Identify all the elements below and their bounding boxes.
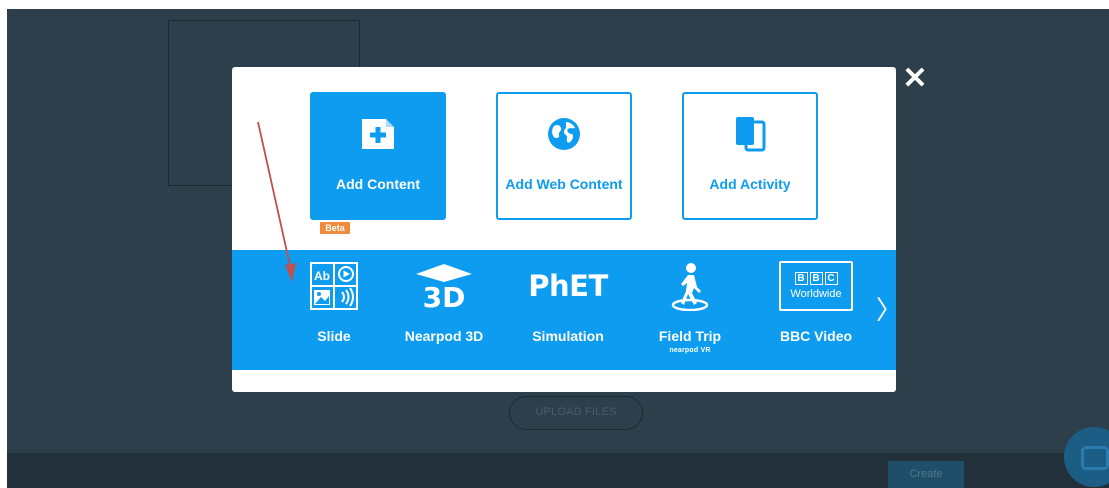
svg-text:Ab: Ab <box>314 269 330 283</box>
bbc-worldwide-logo: B B C Worldwide <box>766 261 866 311</box>
upload-files-button: UPLOAD FILES <box>509 396 643 430</box>
globe-icon <box>498 114 630 154</box>
add-activity-button[interactable]: Add Activity <box>682 92 818 220</box>
3d-logo-text: 3D <box>423 281 466 310</box>
activity-icon <box>684 114 816 154</box>
slide-icon: Ab <box>284 262 384 310</box>
bbc-video-tile[interactable]: B B C Worldwide BBC Video <box>766 250 866 370</box>
slide-tile[interactable]: Ab Slide <box>284 250 384 370</box>
nearpod-3d-label: Nearpod 3D <box>404 328 484 344</box>
field-trip-icon <box>640 262 740 311</box>
bbc-letter: B <box>809 272 823 285</box>
bbc-video-label: BBC Video <box>779 328 853 344</box>
bbc-worldwide-word: Worldwide <box>790 288 842 300</box>
field-trip-label: Field Trip <box>658 328 722 344</box>
bbc-letter: B <box>794 272 808 285</box>
add-content-button[interactable]: Add Content <box>310 92 446 220</box>
carousel-next-icon[interactable]: 〉 <box>876 290 896 330</box>
close-modal-button[interactable]: ✕ <box>899 63 931 95</box>
nearpod-3d-tile[interactable]: 3D Nearpod 3D <box>394 250 494 370</box>
slide-label: Slide <box>317 328 351 344</box>
add-web-content-label: Add Web Content <box>505 176 623 192</box>
create-button: Create <box>888 461 964 488</box>
3d-icon: 3D <box>394 262 494 310</box>
add-content-label: Add Content <box>336 176 420 192</box>
phet-logo: PhET <box>518 262 618 310</box>
simulation-label: Simulation <box>532 328 604 344</box>
bbc-letter: C <box>824 272 838 285</box>
content-type-carousel: Ab Slide 3D Nearpod 3D PhET Simulation F… <box>232 250 896 370</box>
nearpod-vr-sublabel: nearpod VR <box>669 347 711 354</box>
add-web-content-button[interactable]: Add Web Content <box>496 92 632 220</box>
phet-logo-text: PhET <box>528 269 608 303</box>
simulation-tile[interactable]: PhET Simulation <box>518 250 618 370</box>
beta-badge: Beta <box>320 222 350 234</box>
add-activity-label: Add Activity <box>709 176 791 192</box>
add-content-icon <box>312 114 444 154</box>
field-trip-tile[interactable]: Field Trip nearpod VR <box>640 250 740 370</box>
